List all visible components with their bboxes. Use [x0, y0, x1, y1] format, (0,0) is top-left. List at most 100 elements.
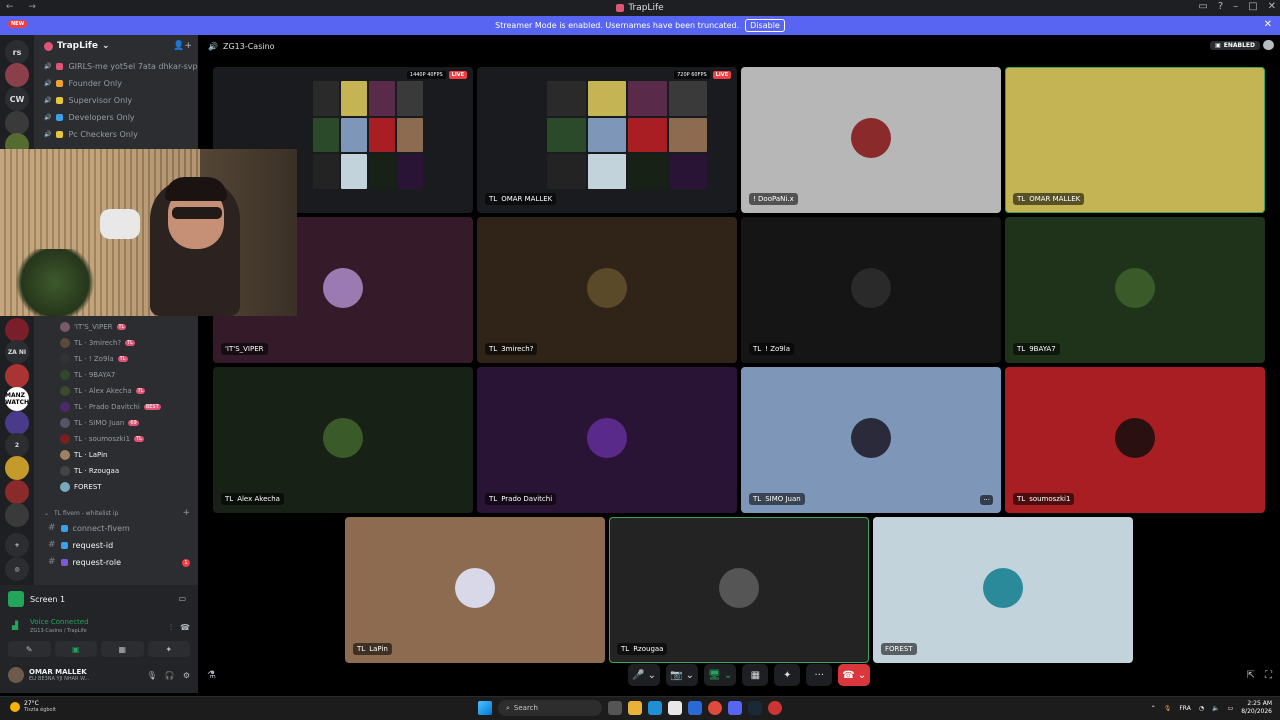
- server-icon[interactable]: CW: [5, 87, 29, 111]
- screen-share-toggle-button[interactable]: 🖥 ⌄: [704, 664, 737, 686]
- steam-icon[interactable]: [748, 701, 762, 715]
- server-icon[interactable]: [5, 111, 29, 135]
- clock[interactable]: 2:25 AM 8/20/2026: [1241, 700, 1272, 716]
- task-view-icon[interactable]: [608, 701, 622, 715]
- mic-icon[interactable]: 🎙: [147, 671, 157, 680]
- volume-icon[interactable]: 🔈: [1212, 705, 1219, 712]
- participant-tile[interactable]: ! DooPaNi.x: [741, 67, 1001, 213]
- text-channel[interactable]: # request-id: [48, 540, 113, 550]
- server-icon[interactable]: 2: [5, 433, 29, 457]
- participant-tile[interactable]: FOREST: [873, 517, 1133, 663]
- server-icon[interactable]: [5, 411, 29, 435]
- stream-tile[interactable]: 720P 60FPS LIVE TL OMAR MALLEK: [477, 67, 737, 213]
- text-channel[interactable]: # connect-fivem: [48, 523, 130, 533]
- server-icon[interactable]: +: [5, 533, 29, 557]
- voice-channel[interactable]: 🔊 GIRLS-me yot5el 7ata dhkar-svp: [44, 62, 198, 71]
- close-button[interactable]: ✕: [1268, 1, 1276, 12]
- server-icon[interactable]: ◎: [5, 557, 29, 581]
- participant-tile[interactable]: TL 3mirech?: [477, 217, 737, 363]
- nav-arrows[interactable]: ← →: [6, 2, 42, 12]
- voice-connected-label[interactable]: Voice Connected: [30, 618, 89, 626]
- voice-member[interactable]: TL · 9BAYA7: [60, 370, 115, 380]
- server-icon[interactable]: MANZ WATCH: [5, 387, 29, 411]
- inbox-icon[interactable]: ▭: [1198, 1, 1207, 12]
- voice-channel[interactable]: 🔊 Pc Checkers Only: [44, 130, 138, 139]
- wifi-icon[interactable]: ◔: [1199, 705, 1204, 712]
- chrome-icon[interactable]: [708, 701, 722, 715]
- more-options-icon[interactable]: ···: [980, 495, 993, 505]
- participant-tile[interactable]: TL Prado Davitchi: [477, 367, 737, 513]
- camera-off-button[interactable]: ✎: [8, 641, 51, 657]
- screen-preview-icon[interactable]: ▭: [178, 594, 186, 603]
- invite-icon[interactable]: 👤+: [173, 41, 192, 51]
- language-indicator[interactable]: FRA: [1179, 705, 1190, 712]
- server-icon[interactable]: [5, 503, 29, 527]
- text-channel[interactable]: # request-role: [48, 557, 121, 567]
- participant-tile[interactable]: TL SIMO Juan ···: [741, 367, 1001, 513]
- chat-icon[interactable]: [1263, 40, 1274, 50]
- voice-member[interactable]: TL · Alex Akecha TL: [60, 386, 146, 396]
- more-options-button[interactable]: ···: [806, 664, 833, 686]
- file-explorer-icon[interactable]: [628, 701, 642, 715]
- voice-member[interactable]: TL · SIMO Juan 69: [60, 418, 139, 428]
- minimize-button[interactable]: –: [1233, 1, 1238, 12]
- server-icon[interactable]: [5, 456, 29, 480]
- participant-tile[interactable]: TL soumoszki1: [1005, 367, 1265, 513]
- leave-call-button[interactable]: ☎ ⌄: [838, 664, 871, 686]
- activity-launcher-icon[interactable]: ⚗: [207, 670, 216, 681]
- server-icon[interactable]: [5, 480, 29, 504]
- soundboard-button[interactable]: ✦: [147, 641, 190, 657]
- participant-tile[interactable]: TL Rzougaa: [609, 517, 869, 663]
- server-icon[interactable]: ZA NI: [5, 340, 29, 364]
- screen-share-row[interactable]: Screen 1: [8, 591, 65, 607]
- voice-channel[interactable]: 🔊 Developers Only: [44, 113, 135, 122]
- server-icon[interactable]: [5, 63, 29, 87]
- voice-member[interactable]: TL · Rzougaa: [60, 466, 119, 476]
- server-icon[interactable]: [5, 364, 29, 388]
- add-channel-icon[interactable]: +: [182, 508, 190, 518]
- store-icon[interactable]: [668, 701, 682, 715]
- battery-icon[interactable]: ▭: [1228, 705, 1234, 712]
- mic-toggle-button[interactable]: 🎤 ⌄: [628, 664, 661, 686]
- banner-close-icon[interactable]: ✕: [1264, 19, 1272, 30]
- activities-button[interactable]: ▦: [742, 664, 769, 686]
- mail-icon[interactable]: [688, 701, 702, 715]
- participant-tile[interactable]: TL Alex Akecha: [213, 367, 473, 513]
- headphones-icon[interactable]: 🎧: [165, 671, 175, 680]
- activities-button[interactable]: ▦: [101, 641, 144, 657]
- settings-icon[interactable]: ⚙: [183, 671, 190, 680]
- taskbar-search[interactable]: ⌕ Search: [498, 700, 602, 716]
- chevron-up-icon[interactable]: ⌃: [1151, 705, 1156, 712]
- weather-widget[interactable]: 27°C Tiszta égbolt: [10, 700, 56, 713]
- voice-channel[interactable]: 🔊 Founder Only: [44, 79, 122, 88]
- maximize-button[interactable]: □: [1248, 1, 1257, 12]
- popout-icon[interactable]: ⇱: [1247, 670, 1255, 681]
- participant-tile[interactable]: TL 9BAYA7: [1005, 217, 1265, 363]
- disable-button[interactable]: Disable: [745, 19, 785, 32]
- participant-tile[interactable]: TL LaPin: [345, 517, 605, 663]
- server-header[interactable]: TrapLife ⌄: [44, 41, 110, 51]
- screen-share-button[interactable]: ▣: [54, 641, 97, 657]
- voice-channel[interactable]: 🔊 Supervisor Only: [44, 96, 132, 105]
- category-header[interactable]: ⌄ TL fivem - whitelist ip: [44, 510, 118, 517]
- app-icon[interactable]: [768, 701, 782, 715]
- fullscreen-icon[interactable]: ⛶: [1265, 670, 1272, 681]
- voice-member[interactable]: FOREST: [60, 482, 102, 492]
- server-icon[interactable]: rs: [5, 40, 29, 64]
- voice-member[interactable]: TL · LaPin: [60, 450, 108, 460]
- voice-member[interactable]: 'IT'S_VIPER TL: [60, 322, 127, 332]
- voice-member[interactable]: TL · ! Zo9la TL: [60, 354, 128, 364]
- start-button[interactable]: [478, 701, 492, 715]
- discord-icon[interactable]: [728, 701, 742, 715]
- disconnect-icon[interactable]: ☎: [180, 623, 190, 633]
- soundboard-button[interactable]: ✦: [774, 664, 801, 686]
- noise-suppression-icon[interactable]: ⫶: [170, 623, 172, 633]
- voice-member[interactable]: TL · 3mirech? TL: [60, 338, 135, 348]
- mic-tray-icon[interactable]: 🎙: [1164, 705, 1172, 712]
- current-user[interactable]: OMAR MALLEK ELI BE3NA YJI NHAR W...: [8, 667, 89, 683]
- participant-tile[interactable]: TL! Zo9la: [741, 217, 1001, 363]
- camera-toggle-button[interactable]: 📷 ⌄: [666, 664, 699, 686]
- help-icon[interactable]: ?: [1218, 1, 1223, 12]
- participant-tile[interactable]: TL OMAR MALLEK: [1005, 67, 1265, 213]
- voice-member[interactable]: TL · soumoszki1 TL: [60, 434, 144, 444]
